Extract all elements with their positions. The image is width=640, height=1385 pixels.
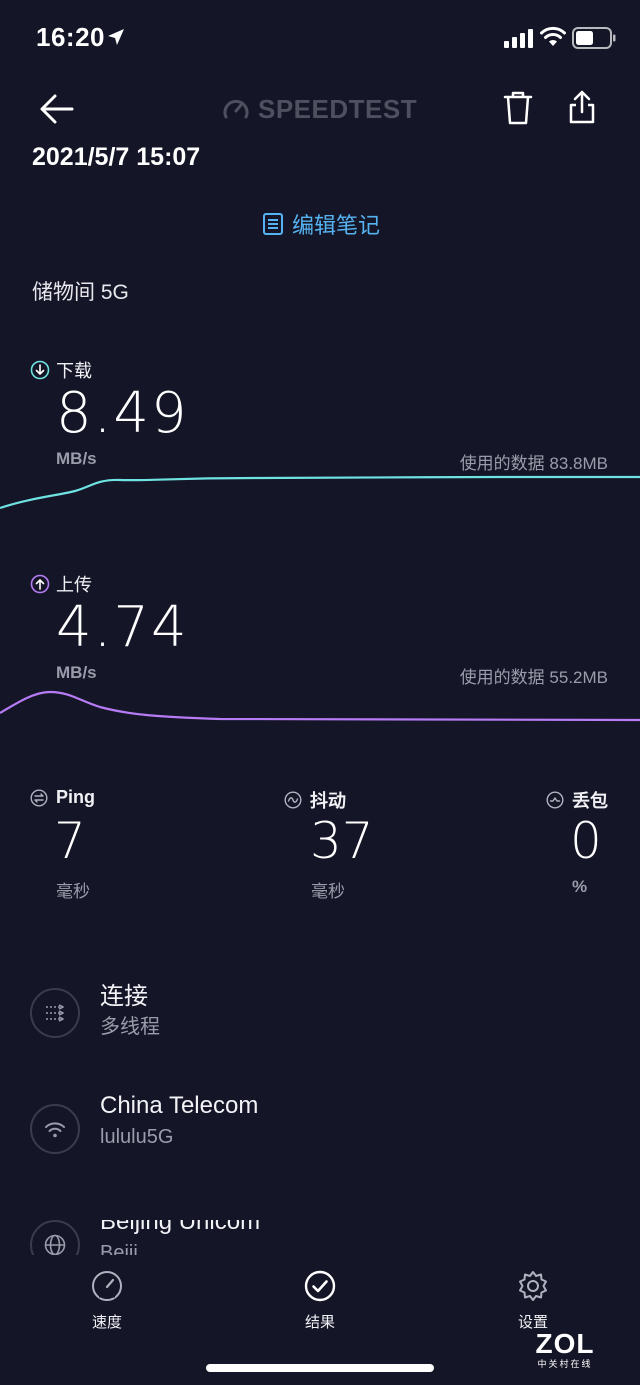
- download-label-text: 下载: [56, 361, 92, 381]
- network-name: 储物间 5G: [32, 281, 129, 304]
- download-speed-graph: [0, 475, 640, 510]
- provider-icon-circle: [30, 1104, 80, 1154]
- tab-speed[interactable]: 速度: [67, 1269, 147, 1332]
- connection-icon-circle: [30, 988, 80, 1038]
- upload-unit: MB/s: [56, 663, 97, 682]
- logo-text: SPEEDTEST: [258, 93, 418, 124]
- multi-connection-icon: [46, 1004, 64, 1022]
- battery-icon: [572, 27, 616, 49]
- ping-label-text: Ping: [56, 787, 95, 807]
- tab-speed-label: 速度: [91, 1314, 122, 1331]
- jitter-value: 37: [310, 812, 374, 870]
- wifi-provider-icon: [45, 1122, 65, 1138]
- upload-label: 上传: [30, 571, 92, 597]
- test-datetime: 2021/5/7 15:07: [32, 143, 201, 171]
- packet-loss-unit: %: [572, 877, 588, 896]
- tab-results-label: 结果: [304, 1314, 335, 1331]
- zol-watermark: ZOL 中关村在线: [520, 1330, 610, 1376]
- cellular-signal-icon: [504, 29, 533, 48]
- upload-speed-graph: [0, 690, 640, 722]
- trash-icon[interactable]: [502, 89, 534, 127]
- ping-label: Ping: [30, 787, 95, 808]
- jitter-icon: [284, 791, 302, 809]
- server-row: Beijing Unicom Beiji...: [30, 1220, 610, 1260]
- upload-label-text: 上传: [56, 575, 92, 595]
- download-label: 下载: [30, 357, 92, 383]
- watermark-main: ZOL: [535, 1328, 595, 1359]
- tab-settings[interactable]: 设置: [493, 1269, 573, 1332]
- ping-unit: 毫秒: [56, 882, 90, 901]
- upload-value: 4.74: [56, 595, 189, 660]
- jitter-label: 抖动: [284, 787, 346, 813]
- packet-loss-label: 丢包: [546, 787, 608, 813]
- download-unit: MB/s: [56, 449, 97, 468]
- connection-title: 连接: [100, 983, 148, 1010]
- back-arrow-icon[interactable]: [38, 92, 76, 126]
- connection-row: 连接 多线程: [30, 983, 610, 1078]
- server-name: Beijing Unicom: [100, 1220, 261, 1235]
- speedtest-gauge-icon: [223, 99, 249, 119]
- jitter-label-text: 抖动: [310, 791, 346, 811]
- packet-loss-icon: [546, 791, 564, 809]
- location-arrow-icon: [108, 29, 124, 45]
- status-time: 16:20: [36, 22, 105, 52]
- tab-results[interactable]: 结果: [280, 1269, 360, 1332]
- notes-icon: [263, 213, 283, 235]
- provider-name: China Telecom: [100, 1092, 259, 1119]
- ping-value: 7: [54, 812, 86, 870]
- connection-type: 多线程: [100, 1016, 160, 1038]
- packet-loss-label-text: 丢包: [572, 791, 608, 811]
- watermark-sub: 中关村在线: [537, 1359, 593, 1369]
- ping-icon: [30, 788, 48, 807]
- speed-gauge-icon: [92, 1271, 122, 1301]
- server-icon-circle: [30, 1220, 80, 1260]
- provider-row: China Telecom lululu5G: [30, 1092, 610, 1194]
- provider-network: lululu5G: [100, 1126, 174, 1148]
- speedtest-logo: SPEEDTEST: [222, 92, 422, 126]
- speedtest-result-screen: 16:20 SPEEDTEST 2021/5/7 15:07 编辑笔记 储物间 …: [0, 0, 640, 1385]
- edit-notes-label: 编辑笔记: [292, 213, 381, 238]
- gear-icon: [519, 1271, 547, 1301]
- wifi-icon: [540, 26, 566, 46]
- packet-loss-value: 0: [570, 812, 602, 870]
- status-bar: 16:20: [0, 0, 640, 78]
- download-icon: [30, 360, 50, 380]
- download-value: 8.49: [56, 381, 189, 446]
- upload-icon: [30, 574, 50, 594]
- checkmark-circle-icon: [304, 1270, 336, 1302]
- edit-notes-button[interactable]: 编辑笔记: [262, 209, 380, 239]
- home-indicator[interactable]: [206, 1364, 434, 1372]
- jitter-unit: 毫秒: [311, 882, 345, 901]
- share-icon[interactable]: [566, 88, 598, 126]
